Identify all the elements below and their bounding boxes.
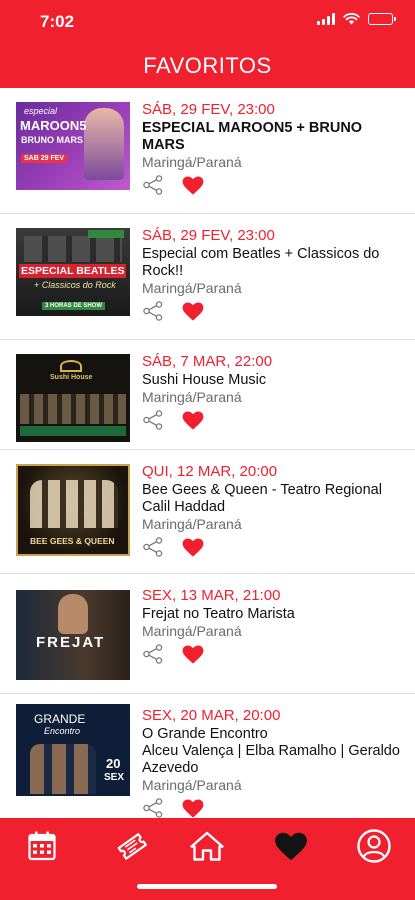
tab-profile[interactable]: [349, 824, 399, 868]
event-title: O Grande Encontro Alceu Valença | Elba R…: [142, 726, 400, 776]
ticket-icon: [117, 833, 147, 860]
share-icon[interactable]: [142, 537, 164, 557]
thumbnail-text: BEE GEES & QUEEN: [30, 536, 115, 546]
event-thumbnail[interactable]: FREJAT: [16, 590, 130, 680]
event-title: ESPECIAL MAROON5 + BRUNO MARS: [142, 120, 363, 153]
event-date: SÁB, 7 MAR, 22:00: [142, 353, 273, 370]
event-thumbnail[interactable]: ESPECIAL BEATLES + Classicos do Rock 3 H…: [16, 228, 130, 316]
thumbnail-text: ESPECIAL BEATLES: [19, 264, 127, 278]
status-bar: 7:02: [0, 0, 415, 44]
home-indicator: [137, 884, 277, 889]
event-location: Maringá/Paraná: [142, 777, 242, 793]
favorites-list[interactable]: especial MAROON5 BRUNO MARS SAB 29 FEV S…: [0, 88, 415, 818]
thumbnail-text: GRANDE: [34, 712, 86, 726]
event-location: Maringá/Paraná: [142, 623, 242, 639]
thumbnail-text: MAROON5: [20, 118, 87, 133]
heart-icon[interactable]: [182, 798, 204, 818]
event-title: Frejat no Teatro Marista: [142, 606, 295, 622]
event-title: Sushi House Music: [142, 372, 267, 388]
event-location: Maringá/Paraná: [142, 154, 242, 170]
event-date: SÁB, 29 FEV, 23:00: [142, 227, 275, 244]
thumbnail-text: BRUNO MARS: [21, 135, 83, 145]
share-icon[interactable]: [142, 410, 164, 430]
home-icon: [190, 831, 224, 861]
event-thumbnail[interactable]: Sushi House: [16, 354, 130, 442]
share-icon[interactable]: [142, 798, 164, 818]
battery-icon: [368, 13, 396, 25]
event-location: Maringá/Paraná: [142, 280, 242, 296]
thumbnail-text: 3 HORAS DE SHOW: [42, 302, 106, 310]
event-list-item[interactable]: GRANDE Encontro 20 SEX SEX, 20 MAR, 20:0…: [0, 694, 415, 818]
event-list-item[interactable]: FREJAT SEX, 13 MAR, 21:00 Frejat no Teat…: [0, 574, 415, 694]
share-icon[interactable]: [142, 175, 164, 195]
event-title: Especial com Beatles + Classicos do Rock…: [142, 246, 380, 279]
profile-icon: [357, 829, 391, 863]
calendar-icon: [28, 831, 56, 861]
status-icons: [317, 13, 396, 25]
event-thumbnail[interactable]: GRANDE Encontro 20 SEX: [16, 704, 130, 796]
thumbnail-text: SEX: [104, 772, 125, 783]
wifi-icon: [343, 13, 360, 25]
share-icon[interactable]: [142, 301, 164, 321]
heart-icon: [275, 832, 307, 860]
event-thumbnail[interactable]: especial MAROON5 BRUNO MARS SAB 29 FEV: [16, 102, 130, 190]
share-icon[interactable]: [142, 644, 164, 664]
page-title: FAVORITOS: [143, 53, 272, 78]
heart-icon[interactable]: [182, 175, 204, 195]
heart-icon[interactable]: [182, 301, 204, 321]
tab-tickets[interactable]: [107, 824, 157, 868]
event-thumbnail[interactable]: BEE GEES & QUEEN: [16, 464, 130, 556]
thumbnail-text: Encontro: [44, 726, 81, 736]
event-list-item[interactable]: ESPECIAL BEATLES + Classicos do Rock 3 H…: [0, 214, 415, 340]
event-list-item[interactable]: Sushi House SÁB, 7 MAR, 22:00 Sushi Hous…: [0, 340, 415, 450]
event-list-item[interactable]: BEE GEES & QUEEN QUI, 12 MAR, 20:00 Bee …: [0, 450, 415, 574]
event-list-item[interactable]: especial MAROON5 BRUNO MARS SAB 29 FEV S…: [0, 88, 415, 214]
signal-icon: [317, 13, 335, 25]
event-date: SEX, 20 MAR, 20:00: [142, 707, 281, 724]
thumbnail-text: 20: [106, 756, 121, 771]
heart-icon[interactable]: [182, 537, 204, 557]
event-date: QUI, 12 MAR, 20:00: [142, 463, 278, 480]
thumbnail-text: Sushi House: [50, 374, 93, 381]
thumbnail-text: FREJAT: [36, 634, 106, 651]
status-time: 7:02: [40, 12, 75, 31]
heart-icon[interactable]: [182, 644, 204, 664]
thumbnail-text: especial: [24, 106, 58, 116]
event-date: SÁB, 29 FEV, 23:00: [142, 101, 275, 118]
event-date: SEX, 13 MAR, 21:00: [142, 587, 281, 604]
heart-icon[interactable]: [182, 410, 204, 430]
event-title: Bee Gees & Queen - Teatro Regional Calil…: [142, 482, 382, 515]
tab-home[interactable]: [182, 824, 232, 868]
tab-favorites[interactable]: [266, 824, 316, 868]
event-location: Maringá/Paraná: [142, 389, 242, 405]
app-header: FAVORITOS: [0, 44, 415, 88]
event-location: Maringá/Paraná: [142, 516, 242, 532]
thumbnail-text: SAB 29 FEV: [21, 154, 68, 163]
thumbnail-text: + Classicos do Rock: [34, 280, 116, 290]
tab-calendar[interactable]: [17, 824, 67, 868]
